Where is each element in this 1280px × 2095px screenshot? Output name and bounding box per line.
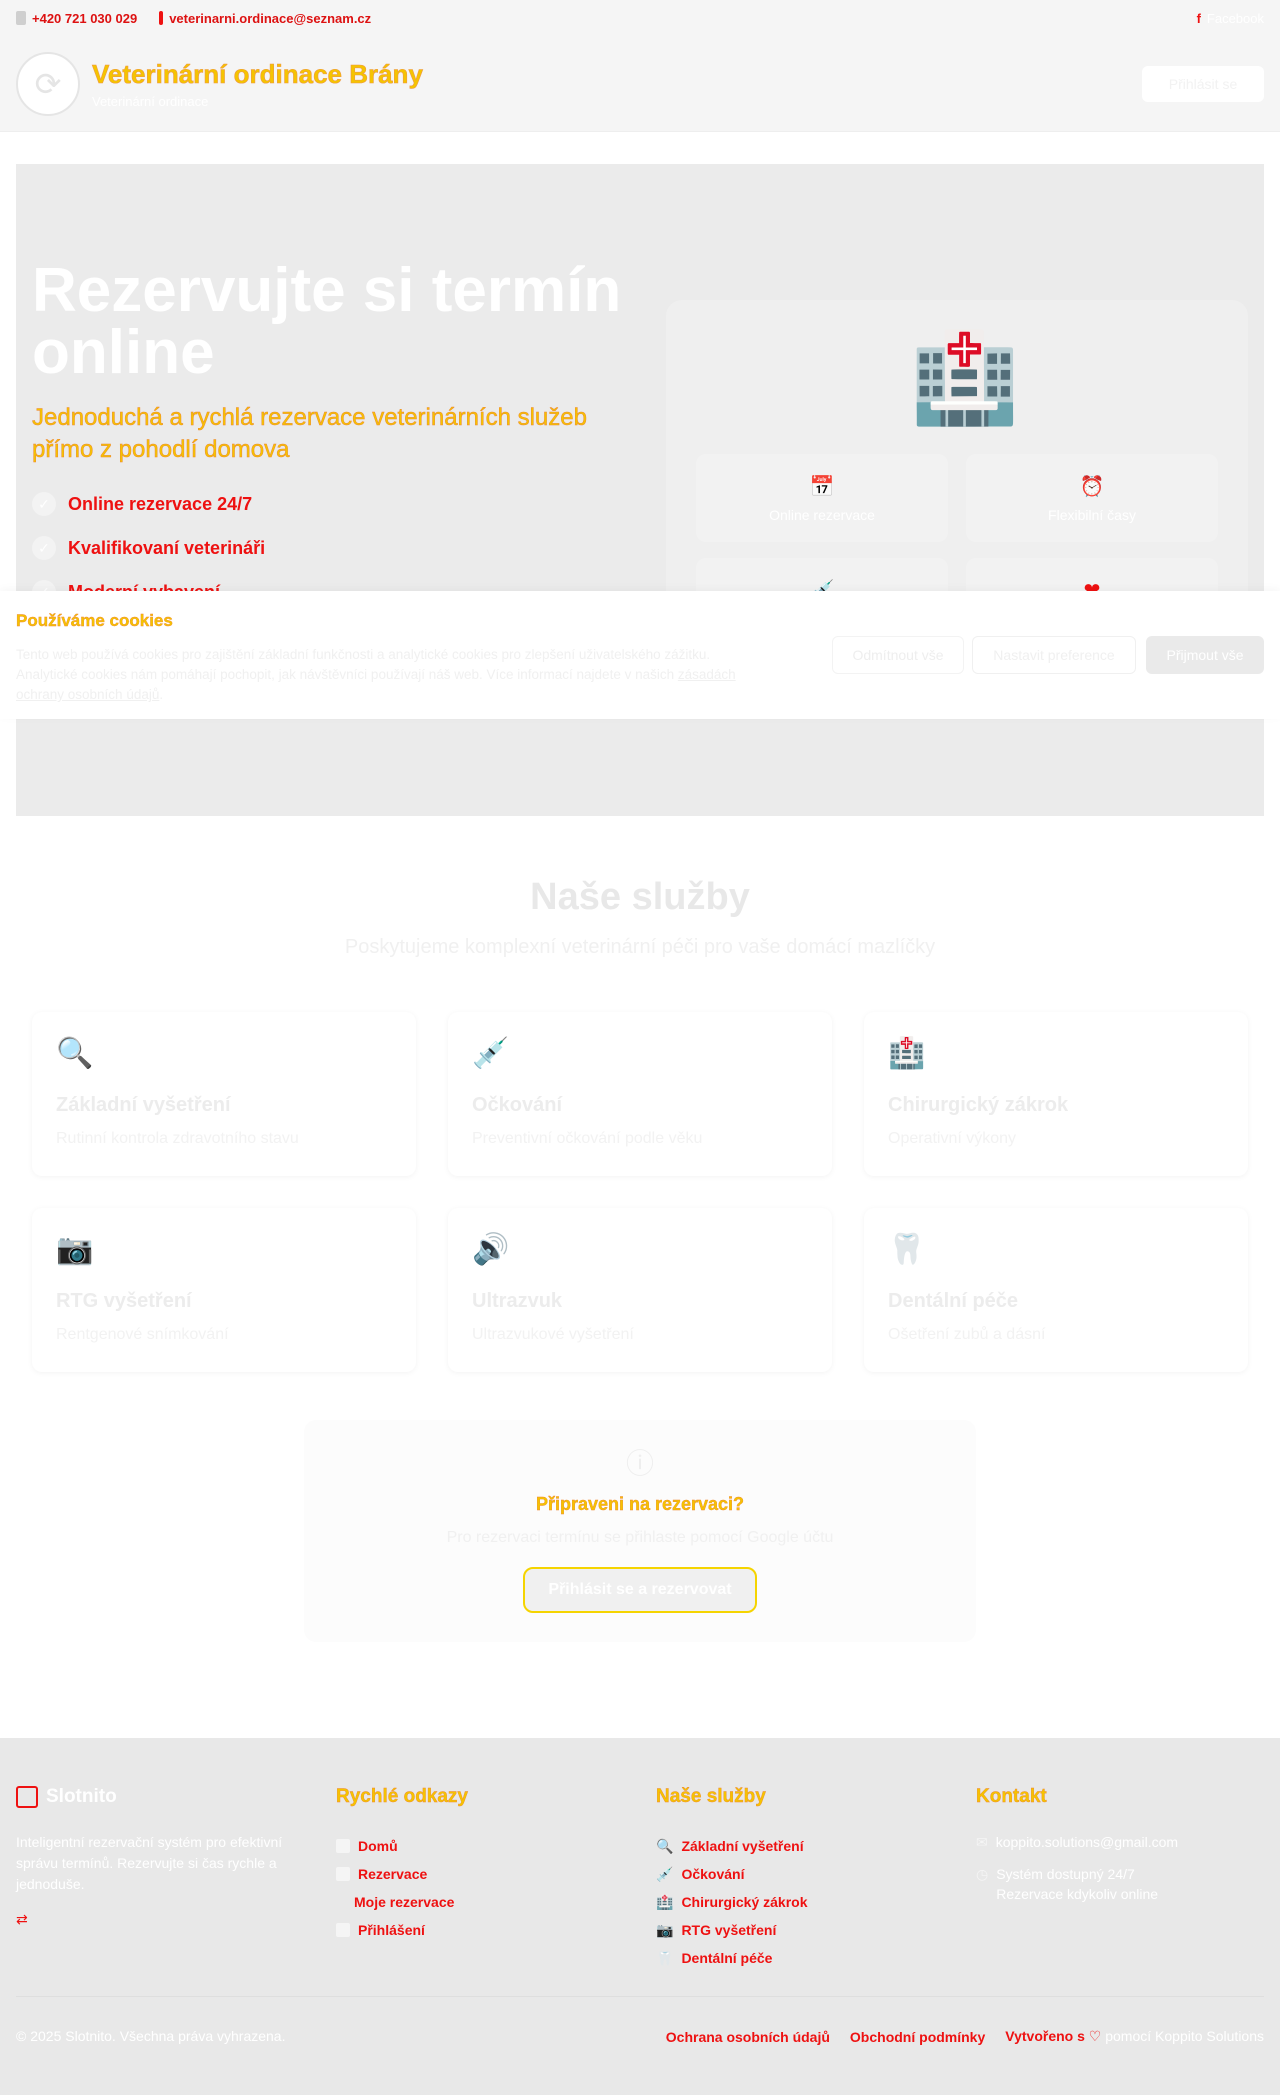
reject-all-button[interactable]: Odmítnout vše xyxy=(832,636,964,674)
contact-title: Kontakt xyxy=(976,1786,1047,1807)
reservation-title: Připraveni na rezervaci? xyxy=(535,1494,745,1514)
footer-link-my-reservations[interactable]: Moje rezervace xyxy=(336,1888,468,1916)
xray-icon: 📷 xyxy=(56,1233,94,1266)
footer-services: Naše služby 🔍 Základní vyšetření 💉 Očkován… xyxy=(656,1786,808,1972)
copyright: © 2025 Slotnito. Všechna práva vyhrazena… xyxy=(16,2028,286,2044)
ultrasound-icon: 🔊 xyxy=(472,1233,510,1266)
mail-icon: ✉ xyxy=(976,1834,988,1850)
hero-lead: Jednoduchá a rychlá rezervace veterinárn… xyxy=(32,404,587,464)
magnifier-icon: 🔍 xyxy=(56,1037,94,1070)
login-reserve-button[interactable]: Přihlásit se a rezervovat xyxy=(523,1567,757,1613)
service-card[interactable]: 🔊 Ultrazvuk Ultrazvukové vyšetření xyxy=(448,1208,832,1372)
footer-service-link[interactable]: 💉 Očkování xyxy=(656,1860,808,1888)
footer-link-home[interactable]: Domů xyxy=(336,1832,468,1860)
login-button[interactable]: Přihlásit se xyxy=(1142,65,1264,102)
quick-links-title: Rychlé odkazy xyxy=(336,1786,468,1807)
facebook-icon: f xyxy=(1196,10,1201,26)
made-with: Vytvořeno s ♡ pomocí Koppito Solutions xyxy=(1005,2028,1264,2044)
reservation-text: Pro rezervaci termínu se přihlaste pomoc… xyxy=(446,1529,834,1546)
footer-services-title: Naše služby xyxy=(656,1786,766,1807)
logo: ⟳ xyxy=(16,51,80,116)
footer-link-reservation[interactable]: Rezervace xyxy=(336,1860,468,1888)
calendar-icon xyxy=(16,1786,38,1808)
syringe-icon: 💉 xyxy=(656,1865,674,1882)
footer-quick-links: Rychlé odkazy Domů Rezervace Moje rezerv… xyxy=(336,1786,468,1944)
footer-contact: Kontakt ✉ koppito.solutions@gmail.com ◷ … xyxy=(976,1786,1178,1916)
tooth-icon: 🦷 xyxy=(888,1233,926,1266)
preferences-button[interactable]: Nastavit preference xyxy=(972,636,1136,674)
magnifier-icon: 🔍 xyxy=(656,1837,674,1854)
service-card[interactable]: 🦷 Dentální péče Ošetření zubů a dásní xyxy=(864,1208,1248,1372)
site-footer: Slotnito Inteligentní rezervační systém … xyxy=(0,1738,1280,2095)
facebook-link[interactable]: f Facebook xyxy=(1197,11,1264,26)
clock-icon: ◷ xyxy=(976,1866,989,1882)
phone-icon xyxy=(16,11,26,25)
check-icon: ✓ xyxy=(32,492,56,516)
footer-service-link[interactable]: 📷 RTG vyšetření xyxy=(656,1916,808,1944)
hospital-icon: 🏥 xyxy=(888,1037,926,1070)
footer-service-link[interactable]: 🦷 Dentální péče xyxy=(656,1944,808,1972)
hero-feature: ✓ Online rezervace 24/7 xyxy=(32,492,252,516)
info-icon: ⓘ xyxy=(625,1448,654,1479)
site-header: ⟳ Veterinární ordinace Brány Veterinární… xyxy=(0,36,1280,132)
feature-tile: ⏰ Flexibilní časy xyxy=(966,454,1218,542)
services-title: Naše služby xyxy=(530,876,750,918)
reservation-cta: ⓘ Připraveni na rezervaci? Pro rezervaci… xyxy=(304,1420,976,1642)
clinic-subtitle: Veterinární ordinace xyxy=(92,93,209,109)
heart-icon: ♡ xyxy=(1088,2028,1102,2044)
cookie-text: Tento web používá cookies pro zajištění … xyxy=(16,647,736,702)
terms-link[interactable]: Obchodní podmínky xyxy=(850,2029,985,2045)
home-icon xyxy=(336,1839,350,1853)
footer-service-link[interactable]: 🔍 Základní vyšetření xyxy=(656,1832,808,1860)
email-link[interactable]: veterinarni.ordinace@seznam.cz xyxy=(159,11,371,26)
hero-title: Rezervujte si termín online xyxy=(32,256,622,387)
clock-icon: ⏰ xyxy=(1079,476,1105,498)
service-card[interactable]: 💉 Očkování Preventivní očkování podle vě… xyxy=(448,1012,832,1176)
hospital-icon: 🏥 xyxy=(910,328,1020,427)
footer-bottom: © 2025 Slotnito. Všechna práva vyhrazena… xyxy=(16,2028,1264,2045)
brand-mark-icon: ⇄ xyxy=(16,1911,28,1927)
services-subtitle: Poskytujeme komplexní veterinární péči p… xyxy=(344,936,936,958)
calendar-icon xyxy=(336,1867,350,1881)
footer-service-link[interactable]: 🏥 Chirurgický zákrok xyxy=(656,1888,808,1916)
phone-link[interactable]: +420 721 030 029 xyxy=(16,11,137,26)
footer-about-text: Inteligentní rezervační systém pro efekt… xyxy=(16,1834,283,1892)
footer-link-login[interactable]: Přihlášení xyxy=(336,1916,468,1944)
footer-divider xyxy=(16,1996,1264,1997)
cookie-banner: Používáme cookies Tento web používá cook… xyxy=(0,591,1280,719)
brand[interactable]: ⟳ Veterinární ordinace Brány Veterinární… xyxy=(16,51,424,116)
xray-icon: 📷 xyxy=(656,1921,674,1938)
check-icon: ✓ xyxy=(32,536,56,560)
service-card[interactable]: 🏥 Chirurgický zákrok Operativní výkony xyxy=(864,1012,1248,1176)
accept-all-button[interactable]: Přijmout vše xyxy=(1146,636,1264,674)
mail-icon xyxy=(159,11,164,25)
clinic-name: Veterinární ordinace Brány xyxy=(92,58,424,89)
contact-email[interactable]: ✉ koppito.solutions@gmail.com xyxy=(976,1832,1178,1852)
tooth-icon: 🦷 xyxy=(656,1949,674,1966)
privacy-link[interactable]: Ochrana osobních údajů xyxy=(666,2029,830,2045)
footer-brand: Slotnito xyxy=(16,1786,306,1808)
syringe-icon: 💉 xyxy=(472,1037,510,1070)
hospital-icon: 🏥 xyxy=(656,1893,674,1910)
calendar-icon: 📅 xyxy=(809,476,835,498)
service-card[interactable]: 📷 RTG vyšetření Rentgenové snímkování xyxy=(32,1208,416,1372)
contact-availability: ◷ Systém dostupný 24/7 Rezervace kdykoliv… xyxy=(976,1866,1159,1902)
service-card[interactable]: 🔍 Základní vyšetření Rutinní kontrola zd… xyxy=(32,1012,416,1176)
login-icon xyxy=(336,1923,350,1937)
top-bar: +420 721 030 029 veterinarni.ordinace@se… xyxy=(0,0,1280,36)
feature-tile: 📅 Online rezervace xyxy=(696,454,948,542)
hero-feature: ✓ Kvalifikovaní veterináři xyxy=(32,536,265,560)
cookie-title: Používáme cookies xyxy=(16,611,173,630)
footer-about: Slotnito Inteligentní rezervační systém … xyxy=(16,1786,306,1928)
